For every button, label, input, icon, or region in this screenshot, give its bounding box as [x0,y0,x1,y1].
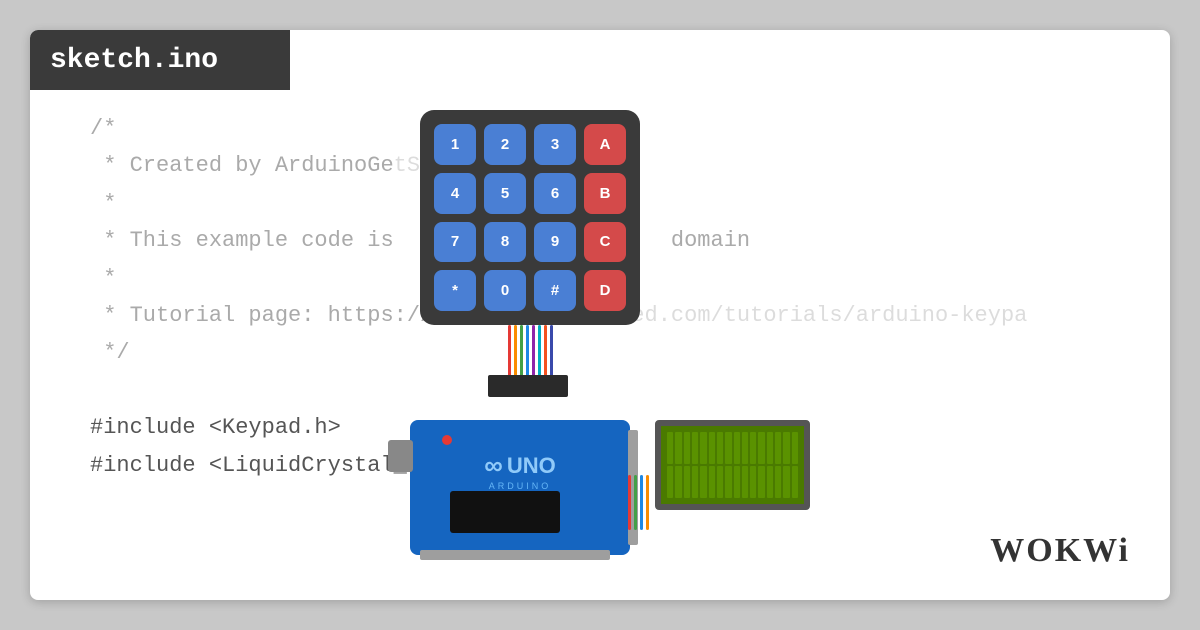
lcd-cell [684,466,690,498]
lcd-cell [700,432,706,464]
lcd-screen [655,420,810,510]
keypad-key-d[interactable]: D [584,270,626,311]
keypad-key-7[interactable]: 7 [434,222,476,263]
keypad-key-5[interactable]: 5 [484,173,526,214]
keypad-key-*[interactable]: * [434,270,476,311]
keypad-key-6[interactable]: 6 [534,173,576,214]
ic-chip [488,375,568,397]
lcd-cell [675,466,681,498]
wokwi-logo-text: WOKWi [990,532,1130,569]
keypad-key-4[interactable]: 4 [434,173,476,214]
lcd-cell [667,432,673,464]
keypad-key-3[interactable]: 3 [534,124,576,165]
keypad-key-0[interactable]: 0 [484,270,526,311]
lcd-cell [692,466,698,498]
arduino-bottom-pins [420,550,610,560]
circuit-container: 123A 456B 789C *0#D ∞ UNO [380,110,800,550]
lcd-cell [767,466,773,498]
lcd-cell [734,466,740,498]
arduino-uno-label: UNO [507,453,556,479]
lcd-cell [783,466,789,498]
lcd-cell [792,466,798,498]
arduino-brand-label: ARDUINO [484,481,555,491]
header-title: sketch.ino [50,45,218,76]
keypad-key-c[interactable]: C [584,222,626,263]
ribbon-connector [495,325,565,380]
lcd-cell [775,466,781,498]
lcd-cell [734,432,740,464]
keypad-key-b[interactable]: B [584,173,626,214]
keypad-key-9[interactable]: 9 [534,222,576,263]
wokwi-logo: WOKWi [990,532,1130,570]
lcd-cell [750,432,756,464]
keypad-key-a[interactable]: A [584,124,626,165]
lcd-cell [767,432,773,464]
lcd-cell [667,466,673,498]
lcd-cell [709,432,715,464]
lcd-cell [792,432,798,464]
main-card: sketch.ino /* * Created by ArduinoGetSta… [30,30,1170,600]
keypad-key-8[interactable]: 8 [484,222,526,263]
lcd-cell [692,432,698,464]
lcd-display [661,426,804,504]
lcd-cell [684,432,690,464]
lcd-cell [725,432,731,464]
keypad-key-#[interactable]: # [534,270,576,311]
led-power [442,435,452,445]
lcd-cell [700,466,706,498]
lcd-cell [725,466,731,498]
arduino-infinity-icon: ∞ [484,450,503,481]
lcd-cell [783,432,789,464]
lcd-cell [742,432,748,464]
lcd-cell [675,432,681,464]
lcd-cell [758,466,764,498]
lcd-cell [717,432,723,464]
lcd-cell [717,466,723,498]
lcd-cell [709,466,715,498]
lcd-cell [750,466,756,498]
keypad-key-1[interactable]: 1 [434,124,476,165]
arduino-board: ∞ UNO ARDUINO [410,420,630,555]
arduino-logo: ∞ UNO ARDUINO [484,450,555,491]
arduino-main-ic [450,491,560,533]
keypad: 123A 456B 789C *0#D [420,110,640,325]
lcd-cell [742,466,748,498]
usb-connector [388,440,413,472]
header-bar: sketch.ino [30,30,290,90]
lcd-cell [775,432,781,464]
lcd-cell [758,432,764,464]
keypad-key-2[interactable]: 2 [484,124,526,165]
